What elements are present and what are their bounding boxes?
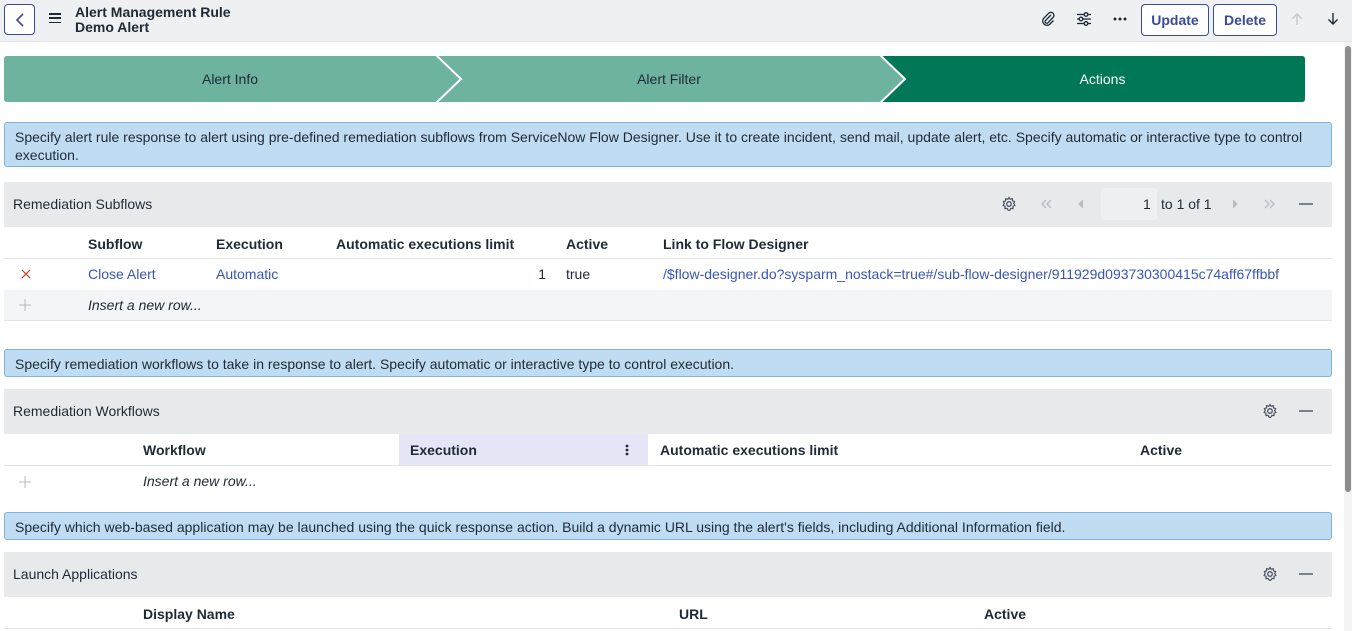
flow-designer-link[interactable]: /$flow-designer.do?sysparm_nostack=true#… [663, 266, 1279, 282]
execution-cell[interactable]: Automatic [216, 266, 278, 282]
column-header-link-to-flow-designer[interactable]: Link to Flow Designer [663, 236, 808, 252]
sliders-icon[interactable] [1073, 8, 1095, 30]
header-divider [4, 465, 1332, 466]
column-header-execution[interactable]: Execution [216, 236, 283, 252]
step-alert-info[interactable]: Alert Info [4, 56, 456, 102]
gear-icon[interactable] [1260, 401, 1280, 421]
step-alert-filter[interactable]: Alert Filter [444, 56, 894, 102]
remediation-workflows-title: Remediation Workflows [13, 403, 160, 419]
plus-icon [19, 298, 31, 314]
column-header-active[interactable]: Active [1140, 442, 1182, 458]
chevron-left-icon [15, 12, 24, 27]
column-menu-icon[interactable] [624, 443, 630, 460]
insert-row[interactable]: Insert a new row... [4, 290, 1332, 320]
previous-page-icon[interactable] [1071, 194, 1091, 214]
gear-icon[interactable] [999, 194, 1019, 214]
pager-range-text: to 1 of 1 [1161, 196, 1212, 212]
last-page-icon[interactable] [1260, 194, 1280, 214]
arrow-down-icon[interactable] [1322, 8, 1344, 30]
first-page-icon[interactable] [1036, 194, 1056, 214]
remediation-workflows-header: Remediation Workflows [4, 389, 1332, 434]
limit-cell[interactable]: 1 [400, 266, 546, 282]
column-header-display-name[interactable]: Display Name [143, 606, 235, 622]
launch-info-message: Specify which web-based application may … [4, 512, 1332, 540]
update-button[interactable]: Update [1141, 4, 1209, 36]
plus-icon [19, 475, 31, 491]
header-divider [4, 628, 1332, 629]
hamburger-menu-icon[interactable] [49, 13, 61, 23]
active-cell[interactable]: true [566, 266, 590, 282]
column-header-workflow[interactable]: Workflow [143, 442, 206, 458]
record-type-title: Alert Management Rule [75, 4, 231, 20]
progress-stepper: Alert Info Alert Filter Actions [4, 56, 1305, 102]
back-button[interactable] [4, 4, 35, 35]
scrollbar-thumb[interactable] [1345, 46, 1351, 492]
collapse-icon[interactable] [1296, 401, 1316, 421]
page-title: Alert Management Rule Demo Alert [75, 5, 231, 35]
step-actions[interactable]: Actions [904, 56, 1301, 102]
column-header-automatic-executions-limit[interactable]: Automatic executions limit [660, 442, 838, 458]
subflow-cell[interactable]: Close Alert [88, 266, 156, 282]
header-divider [4, 258, 1332, 259]
column-header-automatic-executions-limit[interactable]: Automatic executions limit [336, 236, 514, 252]
gear-icon[interactable] [1260, 564, 1280, 584]
insert-new-row-label[interactable]: Insert a new row... [143, 473, 257, 489]
remediation-subflows-title: Remediation Subflows [13, 196, 153, 212]
subflows-info-message: Specify alert rule response to alert usi… [4, 122, 1332, 167]
delete-button[interactable]: Delete [1213, 4, 1277, 36]
form-header: Alert Management Rule Demo Alert Update … [0, 0, 1352, 42]
workflows-info-message: Specify remediation workflows to take in… [4, 349, 1332, 377]
column-header-execution[interactable]: Execution [410, 442, 477, 458]
insert-new-row-label[interactable]: Insert a new row... [88, 297, 202, 313]
column-header-active[interactable]: Active [984, 606, 1026, 622]
launch-applications-header: Launch Applications [4, 552, 1332, 597]
next-page-icon[interactable] [1225, 194, 1245, 214]
record-name-title: Demo Alert [75, 19, 150, 35]
collapse-icon[interactable] [1296, 564, 1316, 584]
column-header-url[interactable]: URL [679, 606, 708, 622]
pager-current-page: 1 [1143, 196, 1151, 212]
column-header-active[interactable]: Active [566, 236, 608, 252]
launch-applications-title: Launch Applications [13, 566, 138, 582]
table-bottom-divider [4, 320, 1332, 321]
column-header-subflow[interactable]: Subflow [88, 236, 142, 252]
delete-x-icon[interactable] [16, 264, 36, 284]
paperclip-icon[interactable] [1037, 8, 1059, 30]
arrow-up-icon[interactable] [1286, 8, 1308, 30]
more-icon[interactable] [1109, 8, 1131, 30]
collapse-icon[interactable] [1296, 194, 1316, 214]
